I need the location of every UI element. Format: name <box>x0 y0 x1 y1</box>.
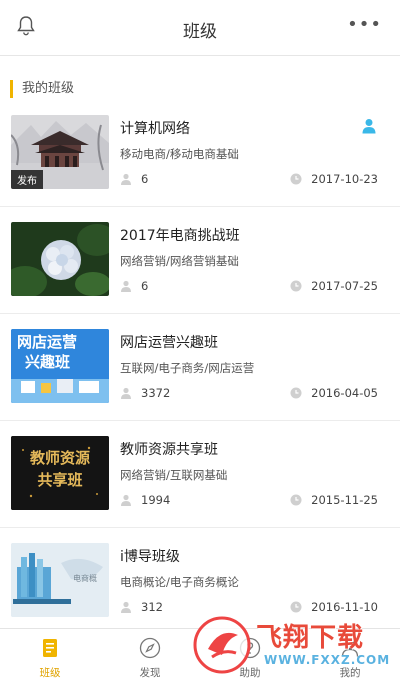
members-icon <box>121 601 131 613</box>
watermark-text: 飞翔下载 <box>256 623 365 653</box>
tab-label: 班级 <box>39 667 61 679</box>
class-list-item[interactable]: 发布 计算机网络 移动电商/移动电商基础 6 2017-10-23 <box>0 100 400 207</box>
tab-class[interactable]: 班级 <box>0 629 100 685</box>
thumbnail-caption: 教师资源 <box>29 449 90 467</box>
class-thumbnail: 发布 <box>11 115 109 189</box>
class-name: 网店运营兴趣班 <box>120 335 218 351</box>
tab-discover[interactable]: 发现 <box>100 629 200 685</box>
class-name: 2017年电商挑战班 <box>120 228 240 244</box>
class-book-icon <box>43 639 57 657</box>
members-icon <box>121 280 131 292</box>
class-thumbnail: 教师资源 共享班 <box>11 436 109 510</box>
created-date-value: 2016-04-05 <box>311 386 378 400</box>
clock-icon <box>290 387 302 399</box>
class-category: 网络营销/互联网基础 <box>120 468 228 482</box>
members-icon <box>121 173 131 185</box>
member-count-value: 6 <box>141 279 149 293</box>
section-title: 我的班级 <box>10 80 74 98</box>
class-list-item[interactable]: 教师资源 共享班 教师资源共享班 网络营销/互联网基础 1994 2015-11… <box>0 421 400 528</box>
thumbnail-caption: 共享班 <box>37 471 83 489</box>
member-count: 3372 <box>120 386 170 400</box>
member-count-value: 3372 <box>141 386 171 400</box>
clock-icon <box>290 494 302 506</box>
class-list: 发布 计算机网络 移动电商/移动电商基础 6 2017-10-23 2017年电… <box>0 100 400 635</box>
member-count-value: 312 <box>141 600 163 614</box>
member-count-value: 6 <box>141 172 149 186</box>
clock-icon <box>290 280 302 292</box>
compass-icon <box>139 637 161 659</box>
class-thumbnail: 网店运营 兴趣班 <box>11 329 109 403</box>
class-category: 移动电商/移动电商基础 <box>120 147 239 161</box>
class-category: 互联网/电子商务/网店运营 <box>120 361 255 375</box>
members-icon <box>121 494 131 506</box>
created-date-value: 2017-10-23 <box>311 172 378 186</box>
created-date: 2016-04-05 <box>290 386 378 400</box>
teacher-role-icon <box>362 119 376 134</box>
thumbnail-caption: 电商概 <box>73 574 97 583</box>
page-title: 班级 <box>183 22 217 42</box>
top-bar: 班级 ••• <box>0 0 400 56</box>
site-watermark: 飞翔下载 WWW.FXXZ.COM <box>190 605 400 685</box>
member-count: 312 <box>120 600 163 614</box>
class-category: 网络营销/网络营销基础 <box>120 254 239 268</box>
thumbnail-caption: 兴趣班 <box>25 353 71 371</box>
created-date-value: 2015-11-25 <box>311 493 378 507</box>
class-category: 电商概论/电子商务概论 <box>120 575 239 589</box>
class-thumbnail <box>11 222 109 296</box>
members-icon <box>121 387 131 399</box>
clock-icon <box>290 173 302 185</box>
thumbnail-caption: 网店运营 <box>17 333 78 351</box>
class-thumbnail: 电商概 <box>11 543 109 617</box>
created-date: 2017-07-25 <box>290 279 378 293</box>
class-list-item[interactable]: 网店运营 兴趣班 网店运营兴趣班 互联网/电子商务/网店运营 3372 2016… <box>0 314 400 421</box>
tab-label: 发现 <box>139 667 161 679</box>
more-dots-icon[interactable]: ••• <box>347 16 382 34</box>
class-name: i博导班级 <box>120 549 180 565</box>
created-date: 2017-10-23 <box>290 172 378 186</box>
member-count: 1994 <box>120 493 170 507</box>
member-count: 6 <box>120 172 148 186</box>
publish-tag: 发布 <box>11 170 43 189</box>
created-date: 2015-11-25 <box>290 493 378 507</box>
created-date-value: 2017-07-25 <box>311 279 378 293</box>
class-name: 计算机网络 <box>120 121 190 137</box>
member-count: 6 <box>120 279 148 293</box>
class-list-item[interactable]: 2017年电商挑战班 网络营销/网络营销基础 6 2017-07-25 <box>0 207 400 314</box>
member-count-value: 1994 <box>141 493 171 507</box>
watermark-url: WWW.FXXZ.COM <box>264 653 391 667</box>
class-name: 教师资源共享班 <box>120 442 218 458</box>
